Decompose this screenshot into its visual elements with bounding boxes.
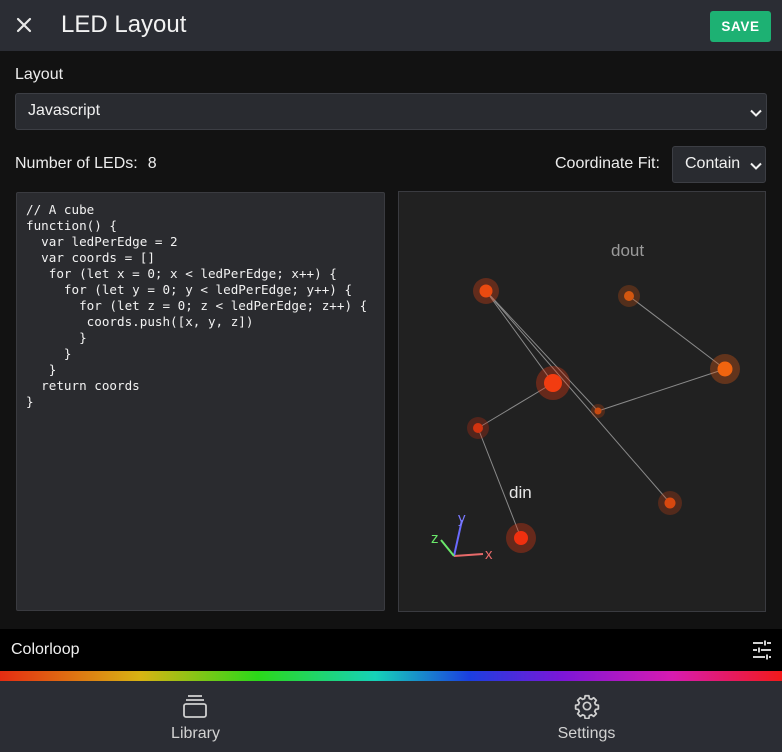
axis-y-label: y (458, 510, 466, 527)
save-button[interactable]: SAVE (710, 11, 771, 42)
library-icon (183, 695, 207, 718)
axis-z-line (440, 539, 455, 557)
led-point[interactable] (594, 407, 602, 415)
led-point[interactable] (544, 374, 562, 392)
app-header: LED Layout SAVE (0, 0, 782, 51)
coordinate-fit-label: Coordinate Fit: (555, 155, 660, 172)
axis-x-line (453, 553, 484, 557)
led-preview-canvas[interactable]: din dout x y z (398, 191, 766, 612)
page-title: LED Layout (61, 11, 187, 38)
led-point[interactable] (514, 531, 528, 545)
coordinate-fit-select[interactable]: Contain (672, 146, 766, 183)
nav-library-label: Library (171, 725, 220, 742)
pattern-bar[interactable]: Colorloop (0, 629, 782, 671)
code-editor[interactable]: // A cube function() { var ledPerEdge = … (16, 192, 385, 611)
dout-label: dout (611, 241, 644, 260)
pattern-name: Colorloop (11, 641, 80, 658)
coordinate-fit-value: Contain (685, 155, 741, 172)
axes-helper: x y z (431, 510, 493, 563)
pattern-preview-strip (0, 671, 782, 681)
led-point[interactable] (624, 291, 634, 301)
wire (485, 290, 671, 504)
led-count-value: 8 (147, 155, 157, 172)
led-preview-svg: din dout x y z (431, 241, 740, 563)
led-point[interactable] (479, 284, 493, 298)
tune-icon[interactable] (751, 639, 773, 661)
led-point[interactable] (717, 361, 733, 377)
bottom-navigation: Library Settings (0, 681, 782, 752)
axis-z-label: z (431, 530, 439, 547)
nav-settings-label: Settings (557, 725, 616, 742)
layout-select[interactable]: Javascript (15, 93, 767, 130)
din-label: din (509, 483, 532, 502)
wire (597, 368, 726, 412)
close-icon[interactable] (12, 13, 36, 37)
layout-label: Layout (15, 66, 64, 83)
chevron-down-icon (750, 162, 762, 170)
wire (628, 295, 726, 370)
gear-icon (574, 694, 600, 719)
led-point[interactable] (473, 423, 483, 433)
led-point[interactable] (664, 497, 676, 509)
chevron-down-icon (750, 109, 762, 117)
wire (485, 290, 554, 384)
led-count-row: Number of LEDs: 8 (15, 155, 157, 173)
axis-x-label: x (485, 546, 493, 563)
leds (467, 278, 740, 553)
led-count-label: Number of LEDs: (15, 155, 138, 172)
nav-settings[interactable]: Settings (391, 681, 782, 752)
layout-selected-value: Javascript (28, 102, 101, 119)
code-text: // A cube function() { var ledPerEdge = … (26, 202, 368, 409)
nav-library[interactable]: Library (0, 681, 391, 752)
